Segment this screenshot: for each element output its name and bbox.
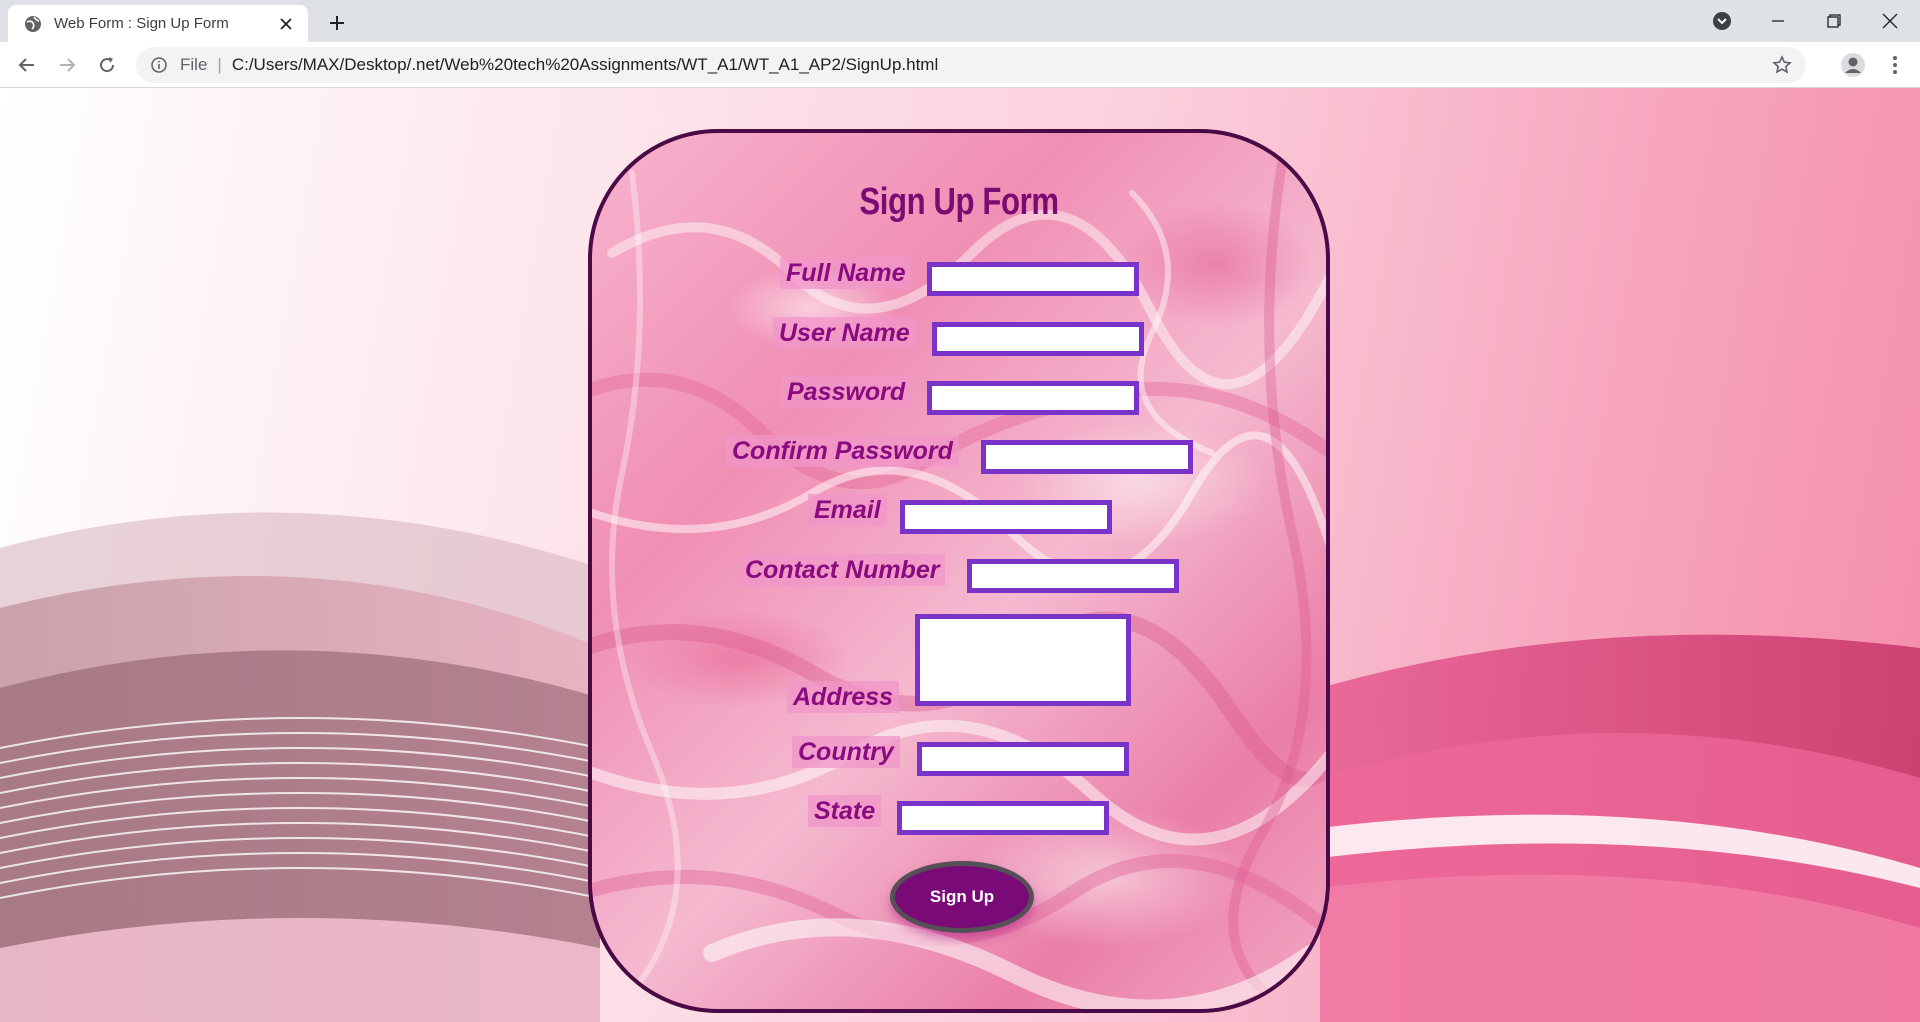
omnibox-scheme: File xyxy=(180,55,208,74)
plus-icon[interactable] xyxy=(323,9,351,37)
close-window-icon[interactable] xyxy=(1862,0,1918,42)
globe-icon xyxy=(24,15,42,33)
full-name-field[interactable] xyxy=(927,262,1139,296)
password-field[interactable] xyxy=(927,381,1139,415)
browser-tab[interactable]: Web Form : Sign Up Form xyxy=(8,5,308,42)
profile-icon[interactable] xyxy=(1838,50,1868,80)
info-icon[interactable] xyxy=(150,56,168,74)
menu-icon[interactable] xyxy=(1880,50,1910,80)
maximize-icon[interactable] xyxy=(1806,0,1862,42)
address-field[interactable] xyxy=(915,614,1131,706)
browser-toolbar: File | C:/Users/MAX/Desktop/.net/Web%20t… xyxy=(0,42,1920,88)
tab-search-icon[interactable] xyxy=(1694,0,1750,42)
star-icon[interactable] xyxy=(1772,55,1792,75)
contact-number-field[interactable] xyxy=(967,559,1179,593)
contact-number-label: Contact Number xyxy=(739,554,946,586)
tab-title: Web Form : Sign Up Form xyxy=(54,15,229,32)
back-icon[interactable] xyxy=(12,50,42,80)
url-text[interactable]: C:/Users/MAX/Desktop/.net/Web%20tech%20A… xyxy=(232,55,938,75)
confirm-password-label: Confirm Password xyxy=(726,435,959,467)
signup-form-card: Sign Up Form Full Name User Name Passwor… xyxy=(588,129,1330,1013)
full-name-label: Full Name xyxy=(780,257,912,289)
address-bar[interactable]: File | C:/Users/MAX/Desktop/.net/Web%20t… xyxy=(136,47,1806,83)
user-name-label: User Name xyxy=(773,317,916,349)
sign-up-button[interactable]: Sign Up xyxy=(890,861,1034,933)
browser-tab-bar: Web Form : Sign Up Form xyxy=(0,0,1920,42)
state-field[interactable] xyxy=(897,801,1109,835)
email-field[interactable] xyxy=(900,500,1112,534)
confirm-password-field[interactable] xyxy=(981,440,1193,474)
page-background: Sign Up Form Full Name User Name Passwor… xyxy=(0,88,1920,1022)
omnibox-separator: | xyxy=(217,55,222,74)
form-title: Sign Up Form xyxy=(859,181,1059,223)
address-label: Address xyxy=(787,681,900,713)
forward-icon[interactable] xyxy=(52,50,82,80)
user-name-field[interactable] xyxy=(932,322,1144,356)
reload-icon[interactable] xyxy=(92,50,122,80)
country-label: Country xyxy=(792,736,900,768)
close-icon[interactable] xyxy=(276,14,296,34)
minimize-icon[interactable] xyxy=(1750,0,1806,42)
password-label: Password xyxy=(781,376,912,408)
email-label: Email xyxy=(808,494,887,526)
country-field[interactable] xyxy=(917,742,1129,776)
state-label: State xyxy=(808,795,882,827)
